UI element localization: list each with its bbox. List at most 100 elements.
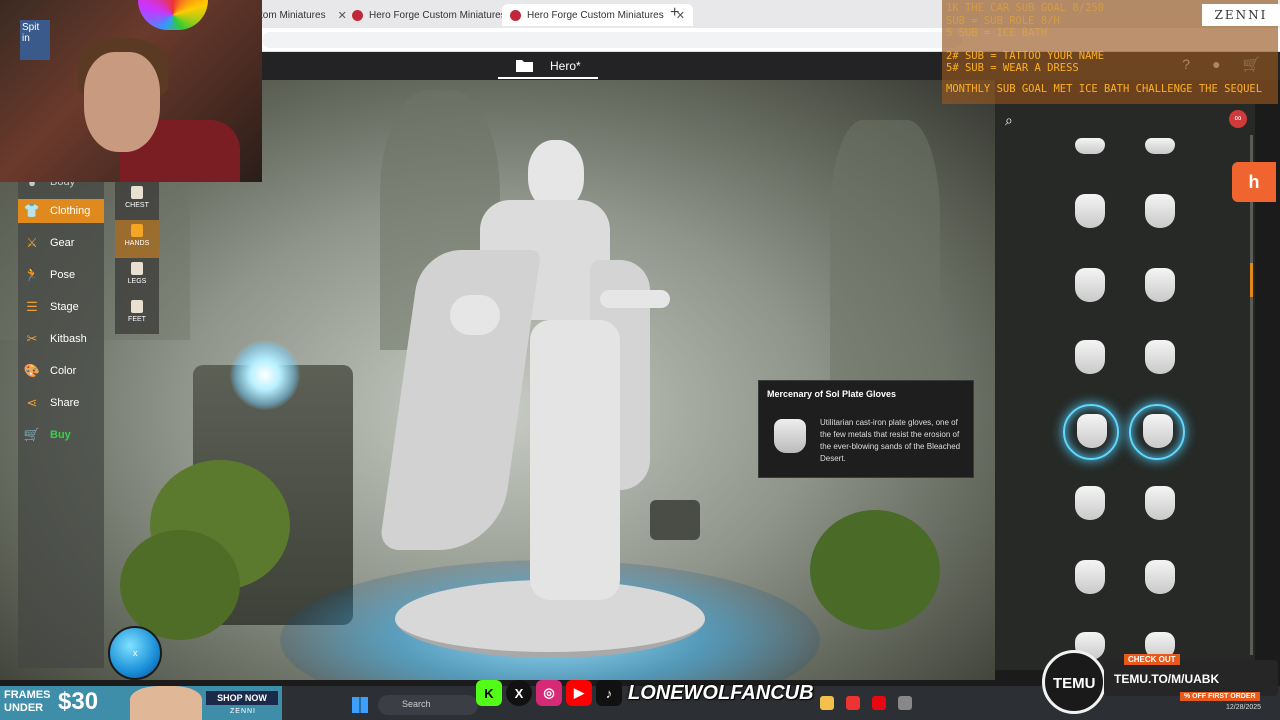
menu-item-label: Pose	[50, 269, 76, 281]
foliage	[810, 510, 940, 630]
glove-option[interactable]	[1133, 478, 1187, 528]
temu-check-out: CHECK OUT	[1124, 654, 1180, 665]
menu-item-kitbash[interactable]: ✂ Kitbash	[24, 327, 104, 351]
miniature-hand[interactable]	[450, 295, 500, 335]
menu-item-pose[interactable]: 🏃 Pose	[24, 263, 104, 287]
gear-icon: ⚔	[26, 235, 38, 250]
prize-wheel	[138, 0, 208, 30]
parts-panel: ⌕ ∞	[995, 104, 1255, 670]
glove-option[interactable]	[1063, 478, 1117, 528]
subcat-hands[interactable]: HANDS	[115, 220, 159, 258]
taskbar-search[interactable]: Search	[378, 695, 478, 715]
streamer-handle: LONEWOLFANCUB	[628, 681, 814, 704]
menu-item-buy[interactable]: 🛒 Buy	[24, 423, 104, 447]
hero-forge-favicon-icon	[352, 9, 363, 21]
subcat-feet[interactable]: FEET	[115, 296, 159, 334]
webcam-overlay: Spit in	[0, 0, 262, 182]
taskbar-tray	[820, 696, 912, 710]
glove-option[interactable]	[1133, 130, 1187, 160]
search-icon[interactable]: ⌕	[1005, 112, 1013, 129]
url-field[interactable]	[262, 32, 962, 48]
tooltip-title: Mercenary of Sol Plate Gloves	[767, 389, 897, 399]
goal-line: 2# SUB = TATTOO YOUR NAME	[946, 49, 1105, 62]
windows-start-icon[interactable]	[352, 697, 368, 713]
tooltip-description: Utilitarian cast-iron plate gloves, one …	[820, 418, 961, 463]
menu-item-stage[interactable]: ☰ Stage	[24, 295, 104, 319]
share-icon: ⋖	[26, 395, 38, 410]
hand-icon	[131, 224, 143, 237]
glove-option[interactable]	[1063, 332, 1117, 382]
ad-line: FRAMES	[4, 689, 51, 701]
subcat-label: LEGS	[127, 278, 147, 285]
boot-icon	[131, 300, 143, 313]
parts-scrollbar[interactable]	[1250, 135, 1253, 655]
rock	[650, 500, 700, 540]
tab-label: Hero Forge Custom Miniatures	[527, 9, 664, 21]
glove-icon	[774, 419, 806, 453]
streamer-face	[84, 52, 160, 152]
ad-text: FRAMES UNDER	[4, 689, 50, 715]
miniature-arm[interactable]	[600, 290, 670, 308]
clothing-subcategories: CHEST HANDS LEGS FEET	[115, 182, 159, 334]
temu-banner: CHECK OUT TEMU.TO/M/UABK % OFF FIRST ORD…	[1104, 654, 1278, 701]
instagram-icon: ◎	[536, 680, 562, 706]
project-title[interactable]: Hero*	[550, 59, 581, 73]
menu-item-label: Stage	[50, 301, 79, 313]
browser-tab[interactable]: tom Miniatures ✕	[252, 4, 355, 26]
glove-option[interactable]	[1063, 260, 1117, 310]
screen: tom Miniatures ✕ Hero Forge Custom Minia…	[0, 0, 1280, 720]
menu-item-clothing[interactable]: 👕 Clothing	[18, 199, 104, 223]
pose-icon: 🏃	[23, 267, 41, 282]
ad-price: $30	[58, 688, 99, 715]
menu-item-label: Color	[50, 365, 77, 377]
palette-icon: 🎨	[23, 363, 41, 378]
glove-option[interactable]	[1133, 332, 1187, 382]
browser-tab-active[interactable]: Hero Forge Custom Miniatures ✕	[502, 4, 693, 26]
kick-icon: K	[476, 680, 502, 706]
chest-icon	[131, 186, 143, 199]
menu-item-color[interactable]: 🎨 Color	[24, 359, 104, 383]
subcat-chest[interactable]: CHEST	[115, 182, 159, 220]
hero-forge-side-button[interactable]: h	[1232, 162, 1276, 202]
zenni-ad-banner: FRAMES UNDER $30 SHOP NOW ZENNI	[0, 686, 282, 720]
glove-option[interactable]	[1133, 186, 1187, 236]
foliage	[120, 530, 240, 640]
menu-item-label: Kitbash	[50, 333, 87, 345]
subcat-label: FEET	[128, 316, 146, 323]
glowing-crystal	[230, 340, 300, 410]
menu-item-share[interactable]: ⋖ Share	[24, 391, 104, 415]
link-icon[interactable]: ∞	[1229, 110, 1247, 128]
folder-icon[interactable]	[820, 696, 834, 710]
social-handles: K X ◎ ▶ ♪ LONEWOLFANCUB	[476, 680, 814, 706]
glove-option[interactable]	[1063, 130, 1117, 160]
goal-line: 5# SUB = WEAR A DRESS	[946, 62, 1079, 74]
glove-option[interactable]	[1133, 260, 1187, 310]
scrollbar-thumb[interactable]	[1250, 263, 1253, 297]
item-tooltip: Mercenary of Sol Plate Gloves Utilitaria…	[758, 380, 974, 478]
subcat-label: HANDS	[124, 240, 150, 247]
glove-option[interactable]	[1063, 552, 1117, 602]
folder-icon[interactable]	[516, 59, 533, 72]
menu-item-gear[interactable]: ⚔ Gear	[24, 231, 104, 255]
glove-option[interactable]	[1133, 552, 1187, 602]
miniature-legs[interactable]	[530, 320, 620, 600]
ad-model-photo	[130, 686, 202, 720]
shop-now-button: SHOP NOW	[206, 691, 278, 705]
netflix-icon[interactable]	[872, 696, 886, 710]
new-tab-button[interactable]: +	[670, 4, 679, 22]
subcat-legs[interactable]: LEGS	[115, 258, 159, 296]
x-icon: X	[506, 680, 532, 706]
youtube-icon: ▶	[566, 680, 592, 706]
glove-option-selected[interactable]	[1063, 404, 1119, 460]
glove-option[interactable]	[1063, 186, 1117, 236]
title-underline	[498, 77, 598, 79]
youtube-icon[interactable]	[846, 696, 860, 710]
menu-item-label: Share	[50, 397, 80, 409]
orb-label: x	[133, 648, 138, 658]
hero-forge-favicon-icon	[510, 9, 521, 21]
legs-icon	[131, 262, 143, 275]
glove-option-selected[interactable]	[1129, 404, 1185, 460]
ad-brand: ZENNI	[230, 708, 256, 715]
app-icon[interactable]	[898, 696, 912, 710]
goal-line: MONTHLY SUB GOAL MET ICE BATH CHALLENGE …	[946, 82, 1263, 95]
